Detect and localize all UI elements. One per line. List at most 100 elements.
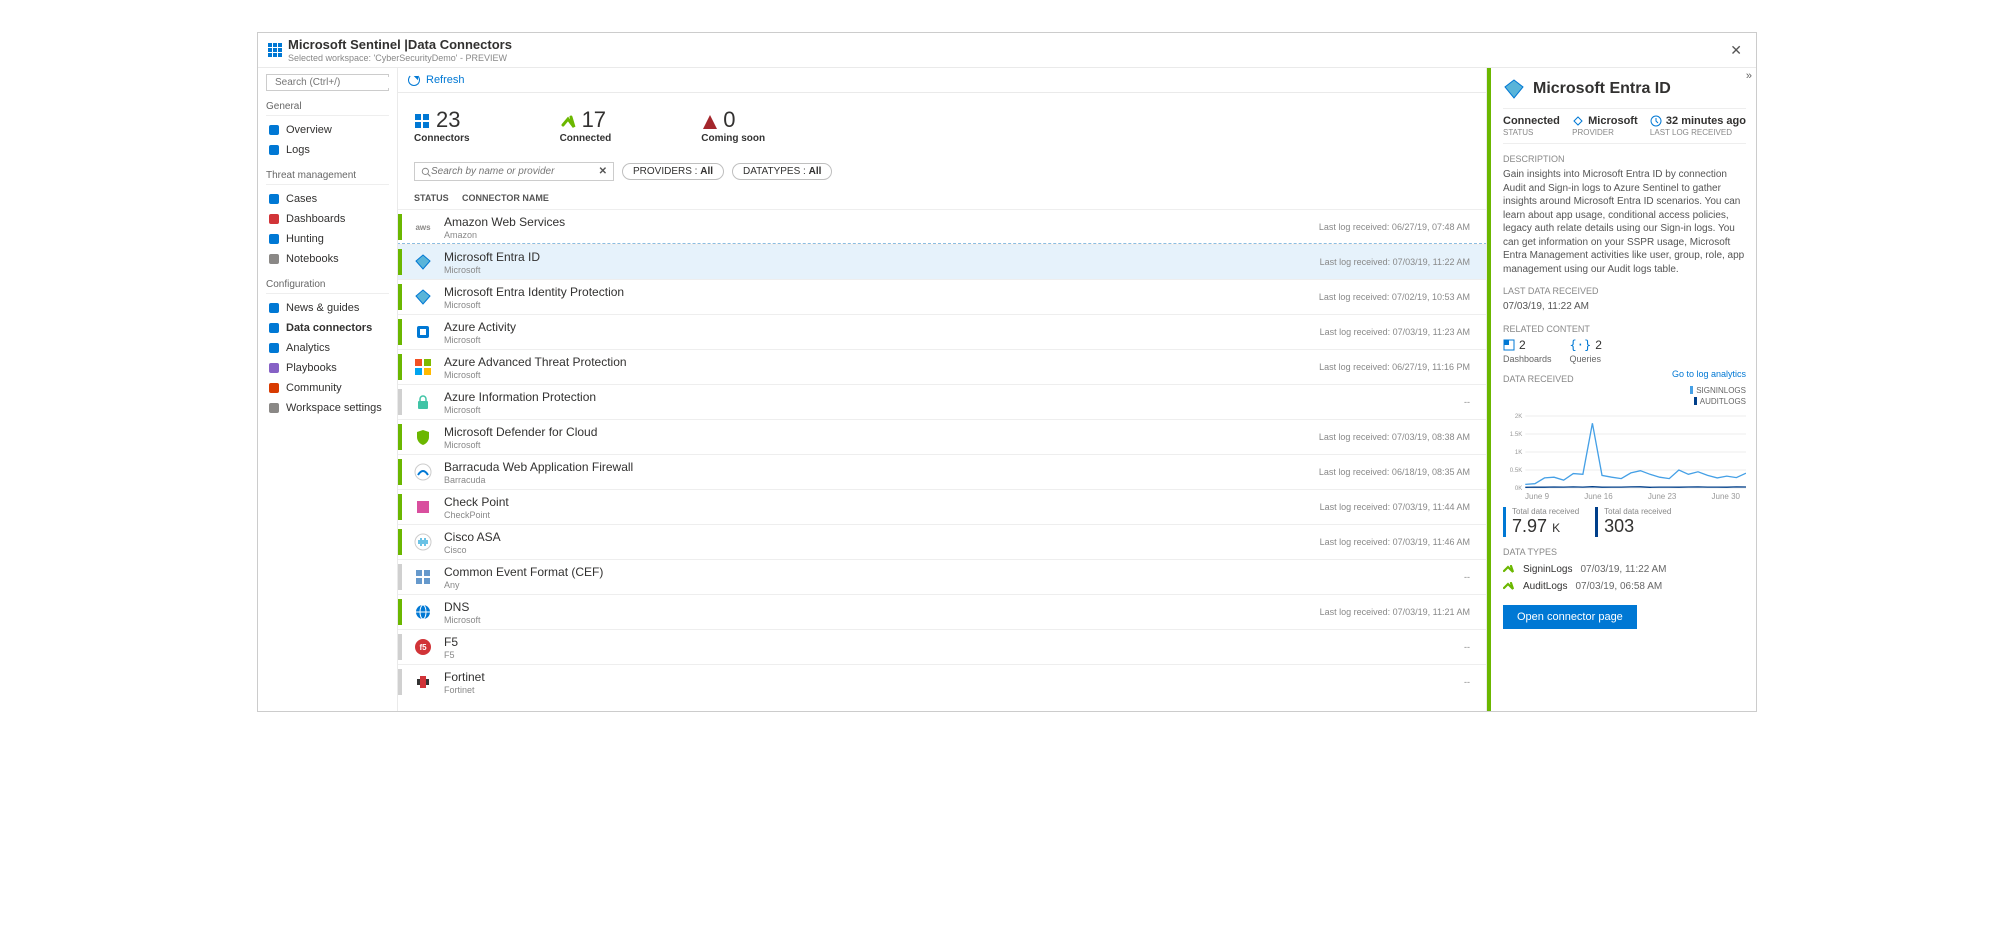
sidebar-search[interactable] (266, 74, 389, 91)
main-pane: Refresh 23 Connectors 17 Connected 0 Com… (398, 68, 1486, 711)
connector-row[interactable]: Azure Information ProtectionMicrosoft-- (398, 384, 1486, 419)
connector-name: Microsoft Defender for Cloud (444, 425, 597, 439)
log-analytics-link[interactable]: Go to log analytics (1672, 369, 1746, 379)
connected-icon (560, 111, 578, 129)
sidebar-item-label: Analytics (286, 342, 330, 354)
sidebar: GeneralOverviewLogsThreat managementCase… (258, 68, 398, 711)
sidebar-item-notebooks[interactable]: Notebooks (266, 249, 389, 269)
page-title: Microsoft Sentinel |Data Connectors (288, 37, 512, 52)
connector-lastlog: Last log received: 07/03/19, 11:23 AM (1320, 327, 1476, 337)
status-stripe (398, 249, 402, 275)
connector-lastlog: Last log received: 06/18/19, 08:35 AM (1319, 467, 1476, 477)
connector-row[interactable]: Microsoft Entra Identity ProtectionMicro… (398, 279, 1486, 314)
svg-text:0K: 0K (1515, 486, 1522, 492)
status-stripe (398, 459, 402, 485)
related-dashboards[interactable]: 2 Dashboards (1503, 338, 1552, 364)
sidebar-item-workspace-settings[interactable]: Workspace settings (266, 398, 389, 418)
connector-lastlog: Last log received: 07/02/19, 10:53 AM (1319, 292, 1476, 302)
collapse-icon[interactable]: » (1746, 70, 1752, 82)
detail-pane: » Microsoft Entra ID ConnectedSTATUS Mic… (1486, 68, 1756, 711)
connector-row[interactable]: Microsoft Defender for CloudMicrosoftLas… (398, 419, 1486, 454)
connector-row[interactable]: Azure ActivityMicrosoftLast log received… (398, 314, 1486, 349)
connector-row[interactable]: FortinetFortinet-- (398, 664, 1486, 699)
filter-providers[interactable]: PROVIDERS : All (622, 163, 724, 180)
connected-icon (1503, 565, 1515, 573)
connector-list[interactable]: awsAmazon Web ServicesAmazonLast log rec… (398, 209, 1486, 711)
connector-row[interactable]: Microsoft Entra IDMicrosoftLast log rece… (398, 244, 1486, 279)
shield-icon (410, 424, 436, 450)
chart-x-labels: June 9June 16June 23June 30 (1503, 492, 1746, 501)
status-stripe (398, 424, 402, 450)
sidebar-item-hunting[interactable]: Hunting (266, 229, 389, 249)
connector-row[interactable]: DNSMicrosoftLast log received: 07/03/19,… (398, 594, 1486, 629)
connector-lastlog: Last log received: 07/03/19, 11:22 AM (1320, 257, 1476, 267)
connector-provider: Microsoft (444, 265, 540, 275)
datatype-timestamp: 07/03/19, 11:22 AM (1580, 564, 1666, 575)
connector-row[interactable]: Check PointCheckPointLast log received: … (398, 489, 1486, 524)
connector-search-input[interactable] (431, 166, 599, 177)
connector-provider: Microsoft (444, 440, 597, 450)
detail-kpis: ConnectedSTATUS MicrosoftPROVIDER 32 min… (1503, 108, 1746, 144)
connector-provider: Barracuda (444, 475, 633, 485)
related-content: 2 Dashboards {·}2 Queries (1503, 338, 1746, 364)
close-icon[interactable]: ✕ (1726, 42, 1746, 59)
sidebar-item-label: Playbooks (286, 362, 337, 374)
sidebar-search-input[interactable] (275, 77, 398, 88)
clear-icon[interactable]: ✕ (599, 166, 607, 177)
svg-text:2K: 2K (1515, 414, 1522, 420)
data-received-chart: 0K0.5K1K1.5K2K (1503, 412, 1746, 492)
connector-provider: F5 (444, 650, 458, 660)
connector-name: Azure Information Protection (444, 390, 596, 404)
sidebar-item-label: Overview (286, 124, 332, 136)
dashboard-icon (1503, 339, 1515, 351)
stat-coming: 0 Coming soon (701, 107, 765, 144)
col-name[interactable]: CONNECTOR NAME (462, 193, 549, 203)
connector-row[interactable]: awsAmazon Web ServicesAmazonLast log rec… (398, 209, 1486, 244)
fortinet-icon (410, 669, 436, 695)
connected-icon (1503, 582, 1515, 590)
sidebar-item-label: Dashboards (286, 213, 345, 225)
checkpoint-icon (410, 494, 436, 520)
sidebar-item-cases[interactable]: Cases (266, 189, 389, 209)
chart-legend: SIGNINLOGS AUDITLOGS (1503, 386, 1746, 406)
connector-lastlog: -- (1464, 572, 1476, 582)
sidebar-item-label: Cases (286, 193, 317, 205)
connector-row[interactable]: Barracuda Web Application FirewallBarrac… (398, 454, 1486, 489)
sidebar-section-label: General (266, 101, 389, 116)
connector-provider: Microsoft (444, 615, 481, 625)
col-status[interactable]: STATUS (414, 193, 444, 203)
stat-connected: 17 Connected (560, 107, 612, 144)
sidebar-item-dashboards[interactable]: Dashboards (266, 209, 389, 229)
connector-row[interactable]: Cisco ASACiscoLast log received: 07/03/1… (398, 524, 1486, 559)
datatype-row: AuditLogs07/03/19, 06:58 AM (1503, 578, 1746, 595)
connector-provider: Fortinet (444, 685, 485, 695)
sidebar-item-playbooks[interactable]: Playbooks (266, 358, 389, 378)
sidebar-item-logs[interactable]: Logs (266, 140, 389, 160)
refresh-icon (408, 74, 420, 86)
mslogo-icon (410, 354, 436, 380)
status-stripe (398, 564, 402, 590)
sidebar-item-data-connectors[interactable]: Data connectors (266, 318, 389, 338)
refresh-button[interactable]: Refresh (426, 74, 465, 86)
sidebar-item-overview[interactable]: Overview (266, 120, 389, 140)
sidebar-item-community[interactable]: Community (266, 378, 389, 398)
connector-row[interactable]: Azure Advanced Threat ProtectionMicrosof… (398, 349, 1486, 384)
status-stripe (398, 599, 402, 625)
sidebar-item-label: Notebooks (286, 253, 339, 265)
svg-text:1.5K: 1.5K (1510, 432, 1522, 438)
sidebar-item-analytics[interactable]: Analytics (266, 338, 389, 358)
sidebar-item-news-guides[interactable]: News & guides (266, 298, 389, 318)
microsoft-icon (1572, 115, 1584, 127)
total-signin: Total data received 7.97 K (1503, 507, 1579, 537)
connector-search[interactable]: ✕ (414, 162, 614, 181)
related-queries[interactable]: {·}2 Queries (1570, 338, 1602, 364)
connector-row[interactable]: f5F5F5-- (398, 629, 1486, 664)
filter-datatypes[interactable]: DATATYPES : All (732, 163, 832, 180)
connector-row[interactable]: Common Event Format (CEF)Any-- (398, 559, 1486, 594)
status-stripe (398, 284, 402, 310)
connector-name: Check Point (444, 495, 509, 509)
open-connector-button[interactable]: Open connector page (1503, 605, 1637, 629)
data-types-list: SigninLogs07/03/19, 11:22 AMAuditLogs07/… (1503, 561, 1746, 595)
status-stripe (1487, 68, 1491, 711)
cef-icon (410, 564, 436, 590)
